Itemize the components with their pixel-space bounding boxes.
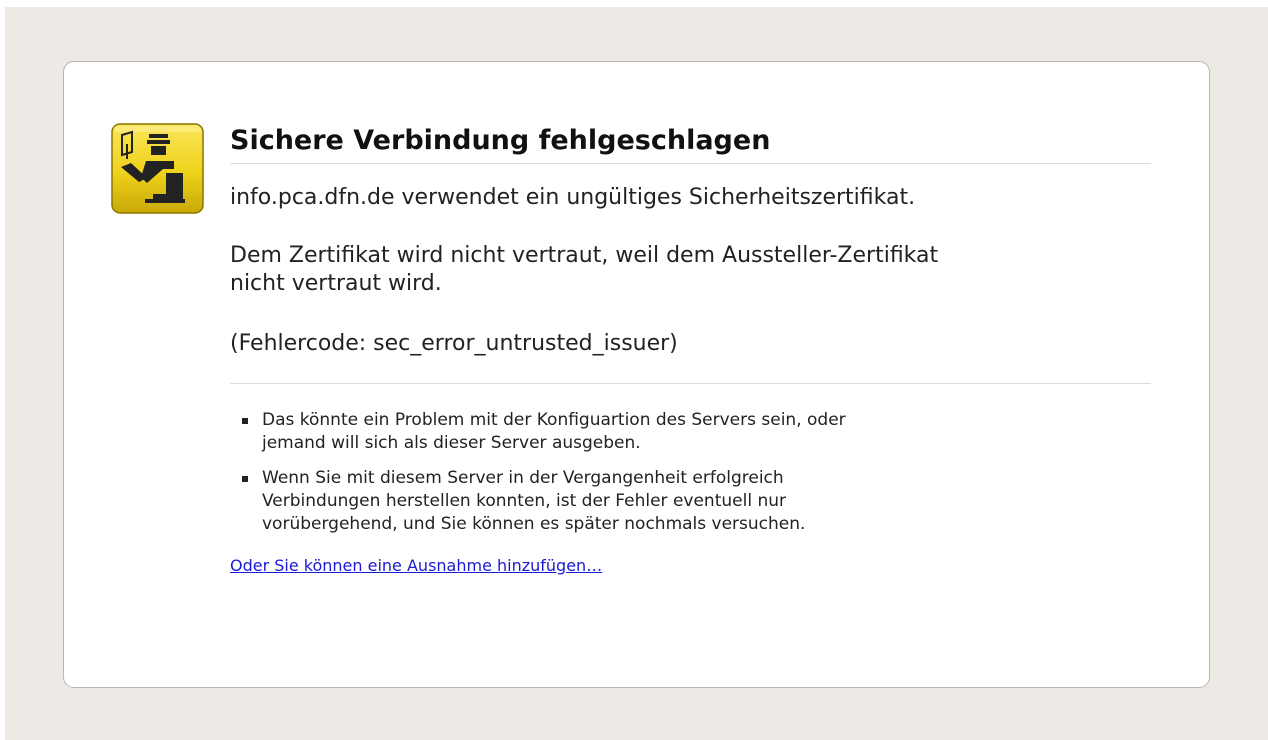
bullet-2-line-2: Verbindungen herstellen konnten, ist der… [262, 491, 786, 511]
bullet-2-line-3: vorübergehend, und Sie können es später … [262, 514, 806, 534]
bullet-icon [242, 476, 248, 482]
bullet-1-line-1: Das könnte ein Problem mit der Konfiguar… [262, 410, 846, 430]
error-short-description: info.pca.dfn.de verwendet ein ungültiges… [230, 185, 916, 210]
long-description-line-1: Dem Zertifikat wird nicht vertraut, weil… [230, 243, 939, 268]
list-item: Das könnte ein Problem mit der Konfiguar… [230, 409, 1151, 455]
list-item: Wenn Sie mit diesem Server in der Vergan… [230, 467, 1151, 536]
long-description-line-2: nicht vertraut wird. [230, 271, 442, 296]
add-exception-link[interactable]: Oder Sie können eine Ausnahme hinzufügen… [230, 555, 602, 577]
suggestion-list: Das könnte ein Problem mit der Konfiguar… [230, 409, 1151, 536]
error-content: Sichere Verbindung fehlgeschlagen info.p… [230, 124, 1151, 577]
bullet-icon [242, 418, 248, 424]
error-code: (Fehlercode: sec_error_untrusted_issuer) [230, 331, 678, 356]
bullet-1-line-2: jemand will sich als dieser Server ausge… [262, 433, 641, 453]
error-title: Sichere Verbindung fehlgeschlagen [230, 124, 1151, 164]
security-officer-icon [111, 123, 204, 214]
divider [230, 383, 1151, 384]
error-page-container: Sichere Verbindung fehlgeschlagen info.p… [63, 61, 1210, 688]
bullet-2-line-1: Wenn Sie mit diesem Server in der Vergan… [262, 468, 784, 488]
error-long-description: Dem Zertifikat wird nicht vertraut, weil… [230, 242, 1151, 298]
